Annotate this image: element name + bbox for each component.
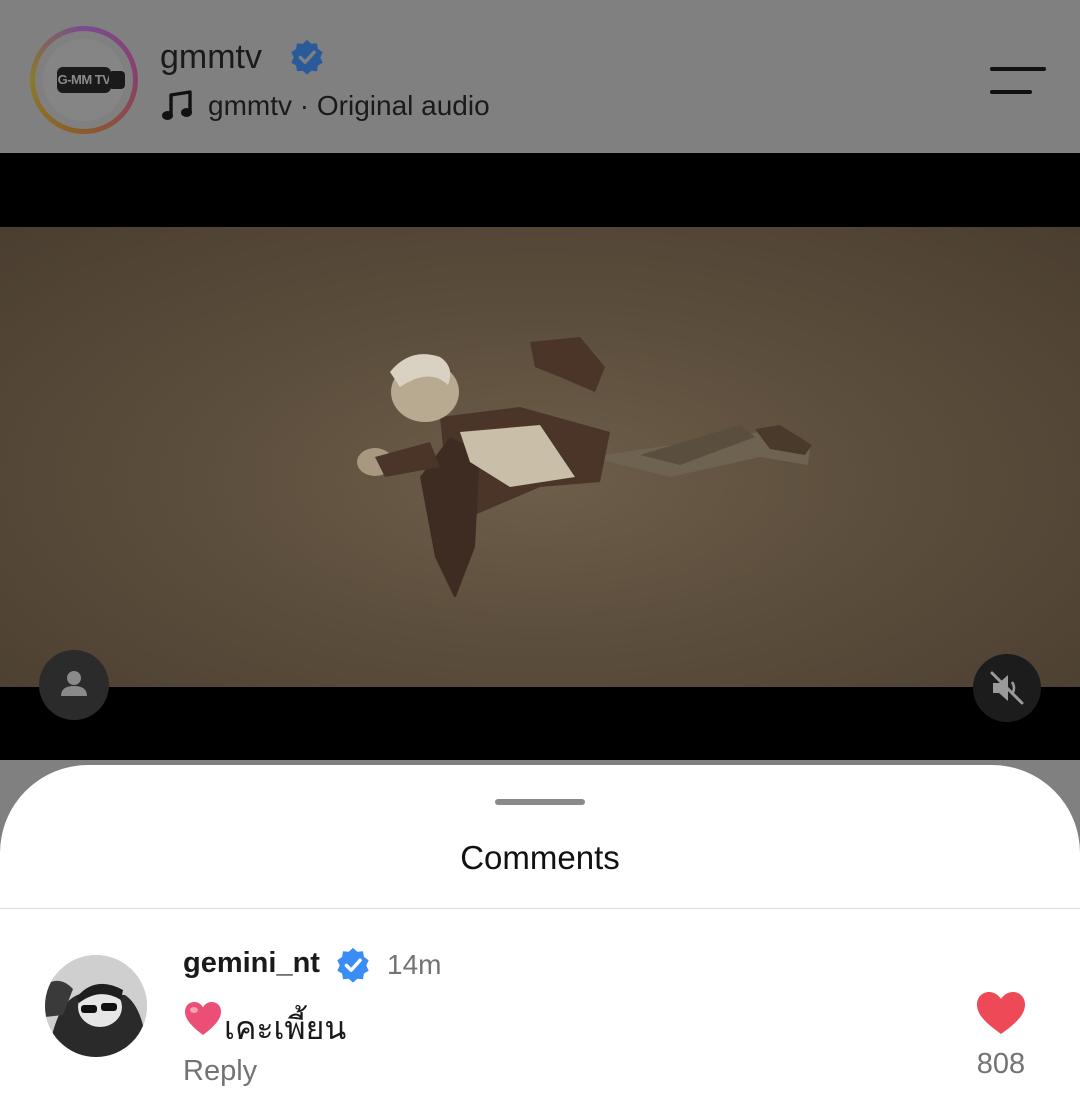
reel-video[interactable] bbox=[0, 153, 1080, 760]
reel-header: G-MM TV gmmtv gmmtv · Original audio bbox=[0, 0, 1080, 153]
profile-username[interactable]: gmmtv bbox=[160, 38, 262, 77]
original-audio-link[interactable]: gmmtv · Original audio bbox=[208, 90, 490, 122]
comment-username[interactable]: gemini_nt bbox=[183, 947, 320, 980]
comment-text: เคะเพี้ยน bbox=[224, 1009, 347, 1047]
commenter-avatar[interactable] bbox=[45, 955, 147, 1057]
reply-button[interactable]: Reply bbox=[183, 1055, 257, 1088]
speaker-muted-icon bbox=[990, 671, 1024, 705]
heart-icon[interactable] bbox=[975, 990, 1027, 1036]
music-note-icon bbox=[162, 90, 192, 120]
profile-avatar[interactable]: G-MM TV bbox=[30, 26, 138, 134]
user-icon bbox=[61, 671, 87, 696]
video-frame bbox=[0, 227, 1080, 687]
verified-badge-icon bbox=[291, 39, 323, 75]
drag-handle[interactable] bbox=[495, 799, 585, 805]
like-count: 808 bbox=[976, 1048, 1026, 1080]
divider bbox=[0, 908, 1080, 909]
avatar-photo bbox=[45, 955, 147, 1057]
logo-text: G-MM TV bbox=[57, 72, 111, 87]
comment-timestamp: 14m bbox=[387, 949, 442, 980]
menu-icon[interactable] bbox=[990, 66, 1046, 96]
pink-heart-emoji-icon bbox=[185, 1002, 221, 1035]
tagged-users-button[interactable] bbox=[39, 650, 109, 720]
flying-person-image bbox=[357, 337, 812, 597]
gmmtv-logo: G-MM TV bbox=[43, 39, 125, 121]
verified-badge-icon bbox=[337, 947, 369, 983]
mute-toggle-button[interactable] bbox=[973, 654, 1041, 722]
comments-sheet: Comments gemini_nt 14m เคะเพี้ยน Reply 8… bbox=[0, 765, 1080, 1111]
comments-title: Comments bbox=[460, 839, 620, 876]
